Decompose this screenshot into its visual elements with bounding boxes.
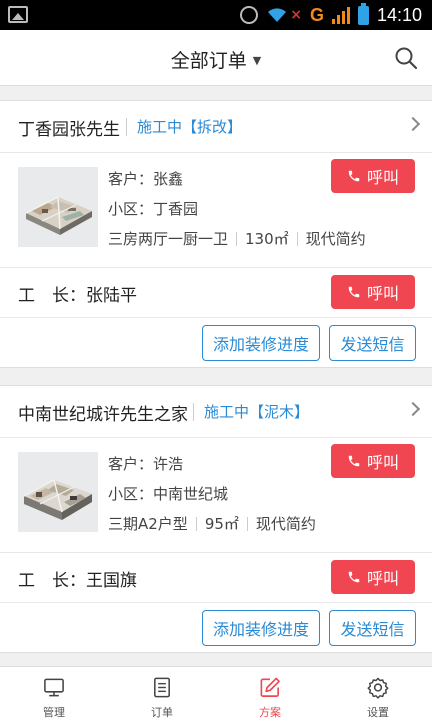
community-name: 小区：丁香园 xyxy=(108,200,199,218)
order-card-header[interactable]: 丁香园张先生 施工中【拆改】 xyxy=(0,101,432,153)
customer-name: 客户：张鑫 xyxy=(108,170,184,188)
order-status: 施工中【泥木】 xyxy=(204,403,310,421)
tab-plans[interactable]: 方案 xyxy=(216,667,324,720)
monitor-icon xyxy=(44,678,64,697)
document-icon xyxy=(154,677,170,698)
edit-icon xyxy=(260,677,280,697)
house-details: 三房两厅一厨一卫 130㎡ 现代简约 xyxy=(108,229,366,249)
tab-management[interactable]: 管理 xyxy=(0,667,108,720)
floorplan-thumbnail[interactable] xyxy=(18,167,98,247)
bottom-tab-bar: 管理 订单 方案 设置 xyxy=(0,666,432,720)
chevron-right-icon xyxy=(405,401,421,417)
tab-label: 管理 xyxy=(43,706,65,719)
house-details: 三期A2户型 95㎡ 现代简约 xyxy=(108,514,316,534)
order-card-header[interactable]: 中南世纪城许先生之家 施工中【泥木】 xyxy=(0,386,432,438)
no-signal-icon: × xyxy=(290,7,302,23)
header: 全部订单 ▼ xyxy=(0,30,432,86)
divider xyxy=(0,552,432,553)
call-button-label: 呼叫 xyxy=(366,284,399,303)
gear-icon xyxy=(367,677,389,699)
search-icon[interactable] xyxy=(394,46,418,70)
battery-icon xyxy=(357,2,369,25)
floorplan-3d-icon xyxy=(25,196,92,235)
phone-icon xyxy=(348,170,360,182)
image-notification-icon xyxy=(8,6,28,23)
tab-label: 设置 xyxy=(367,706,389,719)
divider xyxy=(0,317,432,318)
house-area: 95㎡ xyxy=(204,515,239,533)
house-style: 现代简约 xyxy=(305,230,366,248)
call-button-label: 呼叫 xyxy=(366,453,399,472)
foreman-name: 工 长：王国旗 xyxy=(18,571,137,591)
call-customer-button[interactable]: 呼叫 xyxy=(331,159,415,193)
send-sms-button[interactable]: 发送短信 xyxy=(329,325,416,361)
tab-settings[interactable]: 设置 xyxy=(324,667,432,720)
phone-icon xyxy=(348,455,360,467)
call-foreman-button[interactable]: 呼叫 xyxy=(331,275,415,309)
house-layout: 三期A2户型 xyxy=(108,515,188,533)
caret-down-icon: ▼ xyxy=(252,54,262,67)
house-style: 现代简约 xyxy=(255,515,316,533)
add-progress-button[interactable]: 添加装修进度 xyxy=(202,325,320,361)
order-name: 中南世纪城许先生之家 xyxy=(18,405,188,425)
tab-label: 订单 xyxy=(151,706,173,719)
wifi-icon xyxy=(268,8,287,22)
call-customer-button[interactable]: 呼叫 xyxy=(331,444,415,478)
add-progress-button[interactable]: 添加装修进度 xyxy=(202,610,320,646)
status-bar: × G 14:10 xyxy=(0,0,432,30)
call-button-label: 呼叫 xyxy=(366,569,399,588)
call-foreman-button[interactable]: 呼叫 xyxy=(331,560,415,594)
tab-orders[interactable]: 订单 xyxy=(108,667,216,720)
divider xyxy=(126,118,127,136)
alarm-icon xyxy=(240,6,259,24)
floorplan-thumbnail[interactable] xyxy=(18,452,98,532)
status-time: 14:10 xyxy=(376,4,422,25)
community-name: 小区：中南世纪城 xyxy=(108,485,229,503)
foreman-name: 工 长：张陆平 xyxy=(18,286,137,306)
send-sms-button[interactable]: 发送短信 xyxy=(329,610,416,646)
order-card: 丁香园张先生 施工中【拆改】 客户：张鑫 小区：丁香园 三房两厅一厨一卫 130㎡… xyxy=(0,100,432,368)
tab-label: 方案 xyxy=(259,706,281,719)
divider xyxy=(0,602,432,603)
network-type-label: G xyxy=(309,4,324,25)
page-title: 全部订单 xyxy=(170,50,247,72)
house-area: 130㎡ xyxy=(245,230,289,248)
divider xyxy=(193,403,194,421)
call-button-label: 呼叫 xyxy=(366,168,399,187)
house-layout: 三房两厅一厨一卫 xyxy=(108,230,229,248)
chevron-right-icon xyxy=(405,116,421,132)
phone-icon xyxy=(348,286,360,298)
phone-icon xyxy=(348,571,360,583)
customer-name: 客户：许浩 xyxy=(108,455,184,473)
order-card: 中南世纪城许先生之家 施工中【泥木】 客户：许浩 小区：中南世纪城 三期A2户型… xyxy=(0,385,432,653)
order-status: 施工中【拆改】 xyxy=(137,118,243,136)
signal-icon xyxy=(331,6,350,24)
order-name: 丁香园张先生 xyxy=(18,120,120,140)
floorplan-3d-icon xyxy=(23,479,92,520)
divider xyxy=(0,267,432,268)
order-filter-dropdown[interactable]: 全部订单 ▼ xyxy=(0,46,432,73)
